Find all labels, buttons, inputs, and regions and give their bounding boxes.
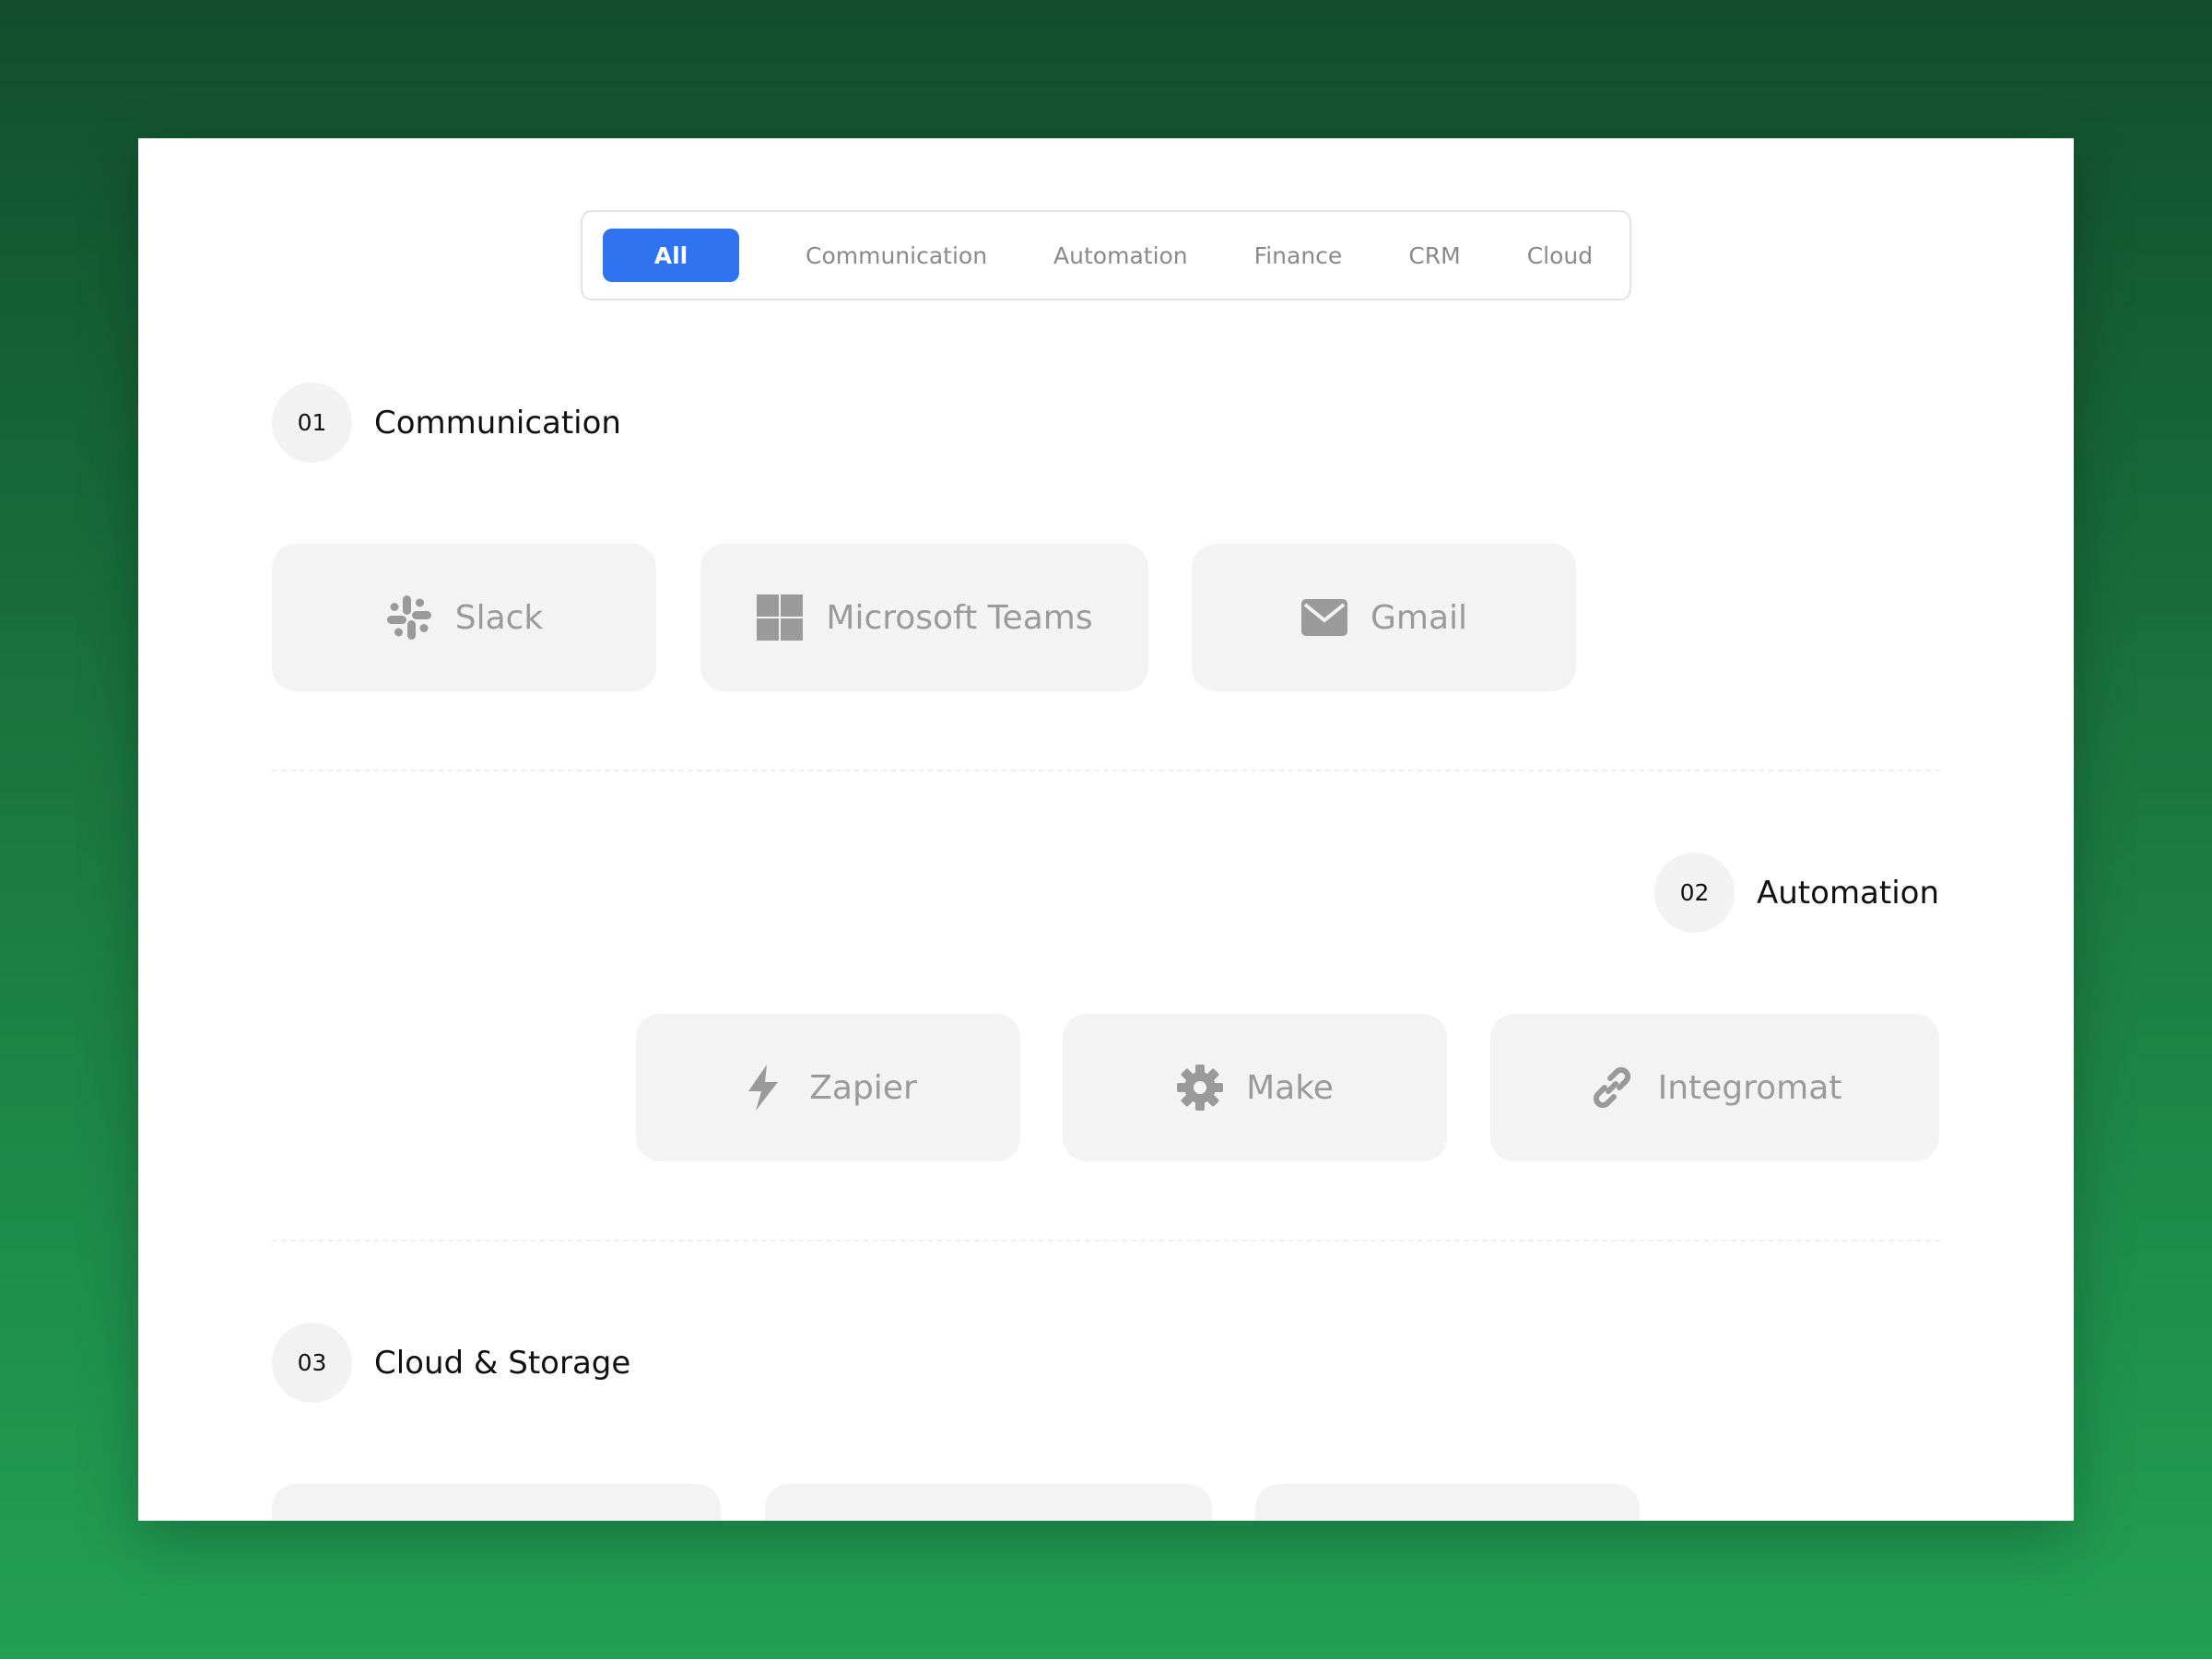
section-number-badge: 03 bbox=[272, 1323, 352, 1403]
integration-card-label: Microsoft Teams bbox=[826, 598, 1093, 637]
integration-card-label: Make bbox=[1246, 1068, 1334, 1107]
tab-cloud[interactable]: Cloud bbox=[1527, 229, 1593, 282]
section-divider bbox=[272, 770, 1940, 771]
integration-card-integromat[interactable]: Integromat bbox=[1490, 1014, 1939, 1161]
integration-card-partial[interactable] bbox=[272, 1484, 721, 1521]
section-number-badge: 01 bbox=[272, 382, 352, 463]
tab-all[interactable]: All bbox=[603, 229, 739, 282]
section-header-communication: 01 Communication bbox=[272, 382, 621, 463]
section-divider bbox=[272, 1240, 1940, 1241]
tab-communication[interactable]: Communication bbox=[806, 229, 987, 282]
lightning-icon bbox=[739, 1064, 787, 1112]
slack-icon bbox=[385, 594, 433, 641]
integration-card-microsoft-teams[interactable]: Microsoft Teams bbox=[700, 544, 1148, 691]
section-header-automation: 02 Automation bbox=[1654, 853, 1939, 933]
integration-card-partial[interactable] bbox=[765, 1484, 1212, 1521]
integration-card-slack[interactable]: Slack bbox=[272, 544, 656, 691]
integration-card-label: Gmail bbox=[1370, 598, 1468, 637]
section-header-cloud-storage: 03 Cloud & Storage bbox=[272, 1323, 630, 1403]
section-title: Communication bbox=[374, 404, 621, 441]
section-number-badge: 02 bbox=[1654, 853, 1735, 933]
integration-card-label: Zapier bbox=[809, 1068, 917, 1107]
integration-card-make[interactable]: Make bbox=[1063, 1014, 1447, 1161]
integration-card-zapier[interactable]: Zapier bbox=[636, 1014, 1020, 1161]
category-filter-bar: All Communication Automation Finance CRM… bbox=[581, 210, 1631, 300]
integration-card-label: Integromat bbox=[1657, 1068, 1842, 1107]
integration-card-gmail[interactable]: Gmail bbox=[1192, 544, 1576, 691]
windows-grid-icon bbox=[756, 594, 804, 641]
tab-finance[interactable]: Finance bbox=[1254, 229, 1343, 282]
integration-card-partial[interactable] bbox=[1255, 1484, 1640, 1521]
tab-automation[interactable]: Automation bbox=[1053, 229, 1188, 282]
envelope-icon bbox=[1300, 594, 1348, 641]
integration-card-label: Slack bbox=[454, 598, 544, 637]
tab-crm[interactable]: CRM bbox=[1408, 229, 1460, 282]
gear-icon bbox=[1176, 1064, 1224, 1112]
section-title: Automation bbox=[1757, 874, 1940, 912]
section-title: Cloud & Storage bbox=[374, 1344, 631, 1382]
integrations-window: All Communication Automation Finance CRM… bbox=[138, 138, 2074, 1521]
link-icon bbox=[1588, 1064, 1636, 1112]
